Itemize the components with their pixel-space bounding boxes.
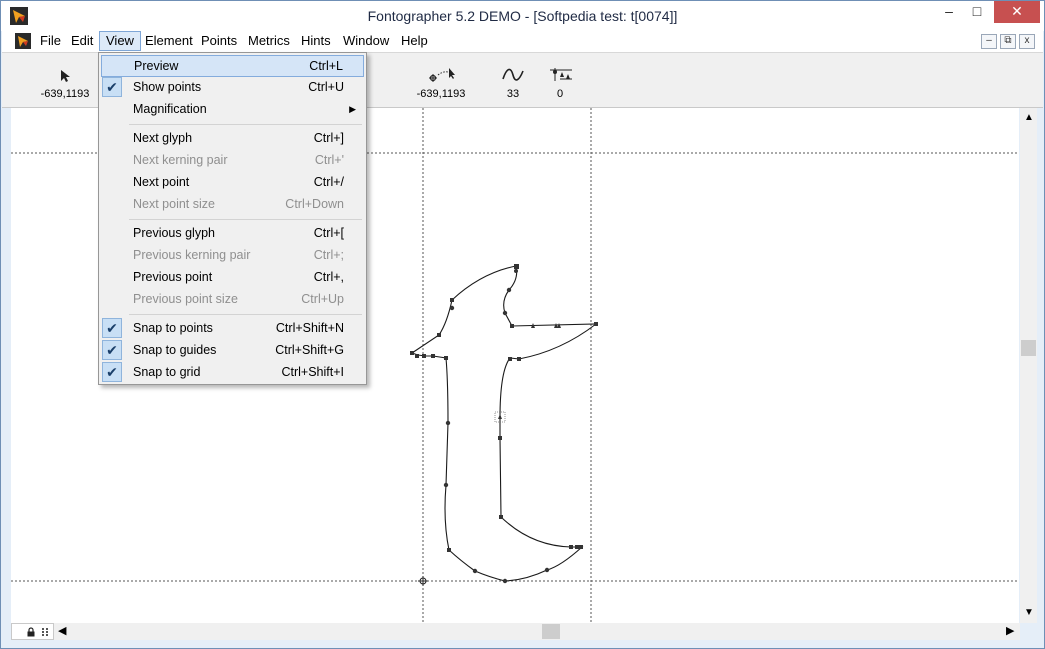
menu-separator bbox=[129, 124, 362, 125]
lock-icon[interactable] bbox=[26, 627, 36, 637]
point-coordinates: -639,1193 bbox=[416, 88, 466, 100]
checkmark-icon: ✔ bbox=[102, 318, 122, 338]
point-cursor-icon[interactable] bbox=[427, 67, 459, 83]
grip-icon bbox=[42, 628, 48, 636]
menu-item-previous-point-size[interactable]: Previous point size Ctrl+Up bbox=[101, 289, 364, 311]
menu-file[interactable]: File bbox=[34, 31, 67, 51]
menu-item-previous-point[interactable]: Previous point Ctrl+, bbox=[101, 267, 364, 289]
menu-help[interactable]: Help bbox=[395, 31, 434, 51]
mdi-close-button[interactable]: x bbox=[1019, 34, 1035, 49]
title-bar: Fontographer 5.2 DEMO - [Softpedia test:… bbox=[1, 1, 1044, 31]
menu-item-magnification[interactable]: Magnification ▶ bbox=[101, 99, 364, 121]
menu-view[interactable]: View bbox=[99, 31, 141, 51]
close-button[interactable]: ✕ bbox=[994, 1, 1040, 23]
menu-edit[interactable]: Edit bbox=[65, 31, 99, 51]
checkmark-icon: ✔ bbox=[102, 340, 122, 360]
menu-metrics[interactable]: Metrics bbox=[242, 31, 296, 51]
status-area bbox=[11, 623, 54, 640]
menu-item-next-point-size[interactable]: Next point size Ctrl+Down bbox=[101, 194, 364, 216]
minimize-button[interactable]: – bbox=[935, 1, 963, 23]
menu-points[interactable]: Points bbox=[195, 31, 243, 51]
glyph-points[interactable] bbox=[410, 264, 598, 584]
menu-item-previous-kerning-pair[interactable]: Previous kerning pair Ctrl+; bbox=[101, 245, 364, 267]
menu-item-next-glyph[interactable]: Next glyph Ctrl+] bbox=[101, 128, 364, 150]
window-title: Fontographer 5.2 DEMO - [Softpedia test:… bbox=[367, 8, 678, 24]
menu-separator bbox=[129, 314, 362, 315]
scroll-up-arrow-icon[interactable]: ▲ bbox=[1024, 112, 1034, 123]
checkmark-icon: ✔ bbox=[102, 77, 122, 97]
application-window: Fontographer 5.2 DEMO - [Softpedia test:… bbox=[0, 0, 1045, 649]
menu-item-next-kerning-pair[interactable]: Next kerning pair Ctrl+' bbox=[101, 150, 364, 172]
view-dropdown-menu: Preview Ctrl+L ✔ Show points Ctrl+U Magn… bbox=[98, 52, 367, 385]
checkmark-icon: ✔ bbox=[102, 362, 122, 382]
menu-window[interactable]: Window bbox=[337, 31, 395, 51]
menu-item-next-point[interactable]: Next point Ctrl+/ bbox=[101, 172, 364, 194]
hint-value: 0 bbox=[556, 88, 564, 100]
horizontal-scrollbar[interactable]: ◀ ▶ bbox=[54, 623, 1020, 640]
pointer-coordinates: -639,1193 bbox=[40, 88, 90, 100]
scroll-down-arrow-icon[interactable]: ▼ bbox=[1024, 607, 1034, 618]
document-logo-icon[interactable] bbox=[15, 33, 31, 49]
menu-item-preview[interactable]: Preview Ctrl+L bbox=[101, 55, 364, 77]
curve-icon[interactable] bbox=[502, 67, 524, 83]
maximize-button[interactable]: □ bbox=[963, 1, 991, 23]
vertical-scrollbar[interactable]: ▲ ▼ bbox=[1020, 108, 1037, 623]
menu-item-snap-to-grid[interactable]: ✔ Snap to grid Ctrl+Shift+I bbox=[101, 362, 364, 384]
menu-separator bbox=[129, 219, 362, 220]
vertical-scroll-thumb[interactable] bbox=[1021, 340, 1036, 356]
menu-item-previous-glyph[interactable]: Previous glyph Ctrl+[ bbox=[101, 223, 364, 245]
horizontal-scroll-thumb[interactable] bbox=[542, 624, 560, 639]
arrow-pointer-icon[interactable] bbox=[60, 69, 72, 83]
scroll-right-arrow-icon[interactable]: ▶ bbox=[1006, 624, 1014, 637]
menu-item-snap-to-guides[interactable]: ✔ Snap to guides Ctrl+Shift+G bbox=[101, 340, 364, 362]
menu-hints[interactable]: Hints bbox=[295, 31, 337, 51]
hint-points-icon[interactable] bbox=[548, 67, 574, 83]
mdi-minimize-button[interactable]: – bbox=[981, 34, 997, 49]
menu-element[interactable]: Element bbox=[139, 31, 199, 51]
scroll-left-arrow-icon[interactable]: ◀ bbox=[58, 624, 66, 637]
menu-item-snap-to-points[interactable]: ✔ Snap to points Ctrl+Shift+N bbox=[101, 318, 364, 340]
menu-item-show-points[interactable]: ✔ Show points Ctrl+U bbox=[101, 77, 364, 99]
menu-bar: File Edit View Element Points Metrics Hi… bbox=[2, 31, 1043, 53]
origin-marker[interactable] bbox=[418, 576, 428, 586]
mdi-restore-button[interactable]: ⧉ bbox=[1000, 34, 1016, 49]
submenu-arrow-icon: ▶ bbox=[349, 104, 356, 114]
